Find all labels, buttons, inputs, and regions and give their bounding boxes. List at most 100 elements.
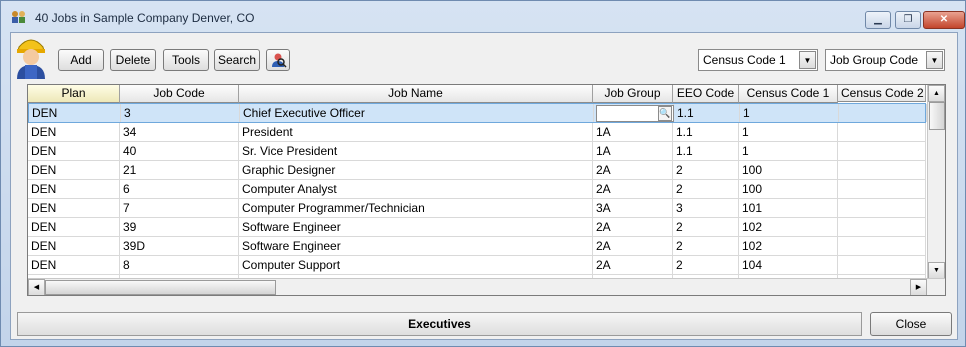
column-header-job-group[interactable]: Job Group bbox=[593, 85, 673, 103]
cell-job-code[interactable]: 39 bbox=[120, 218, 239, 236]
cell-job-name[interactable]: Software Engineer bbox=[239, 218, 593, 236]
cell-plan[interactable]: DEN bbox=[28, 161, 120, 179]
column-header-eeo-code[interactable]: EEO Code bbox=[673, 85, 739, 103]
cell-job-group[interactable]: 2A bbox=[593, 180, 673, 198]
search-button[interactable]: Search bbox=[214, 49, 260, 71]
job-group-code-select[interactable]: Job Group Code ▼ bbox=[825, 49, 945, 71]
cell-eeo-code[interactable]: 2 bbox=[673, 237, 739, 255]
cell-census-code-1[interactable]: 102 bbox=[739, 218, 838, 236]
close-button[interactable]: Close bbox=[870, 312, 952, 336]
scroll-right-icon[interactable]: ▶ bbox=[910, 279, 927, 295]
cell-eeo-code[interactable]: 1.1 bbox=[673, 142, 739, 160]
cell-job-group[interactable]: 2A bbox=[593, 218, 673, 236]
chevron-down-icon[interactable]: ▼ bbox=[799, 51, 816, 69]
cell-census-code-2[interactable] bbox=[838, 199, 926, 217]
column-header-census-code-2[interactable]: Census Code 2 bbox=[838, 85, 926, 102]
table-row[interactable]: DEN 39D Software Engineer 2A 2 102 bbox=[28, 237, 926, 256]
cell-eeo-code[interactable]: 2 bbox=[673, 161, 739, 179]
tools-button[interactable]: Tools bbox=[163, 49, 209, 71]
cell-job-code[interactable]: 6 bbox=[120, 180, 239, 198]
column-header-census-code-1[interactable]: Census Code 1 bbox=[739, 85, 838, 103]
maximize-button[interactable]: ❐ bbox=[895, 11, 921, 29]
cell-census-code-1[interactable]: 104 bbox=[739, 256, 838, 274]
cell-job-code[interactable]: 3 bbox=[121, 104, 240, 122]
vertical-scrollbar[interactable]: ▲ ▼ bbox=[927, 85, 945, 279]
cell-job-group[interactable]: 2A bbox=[593, 161, 673, 179]
cell-plan[interactable]: DEN bbox=[28, 218, 120, 236]
table-row[interactable]: DEN 34 President 1A 1.1 1 bbox=[28, 123, 926, 142]
cell-plan[interactable]: DEN bbox=[28, 237, 120, 255]
cell-census-code-2[interactable] bbox=[839, 104, 927, 122]
cell-job-code[interactable]: 40 bbox=[120, 142, 239, 160]
delete-button[interactable]: Delete bbox=[110, 49, 156, 71]
cell-census-code-1[interactable]: 100 bbox=[739, 161, 838, 179]
cell-job-group[interactable]: 3A bbox=[593, 199, 673, 217]
table-row[interactable]: DEN 21 Graphic Designer 2A 2 100 bbox=[28, 161, 926, 180]
cell-eeo-code[interactable]: 1.1 bbox=[674, 104, 740, 122]
scroll-left-icon[interactable]: ◀ bbox=[28, 279, 45, 295]
cell-eeo-code[interactable]: 3 bbox=[673, 199, 739, 217]
cell-plan[interactable]: DEN bbox=[28, 142, 120, 160]
cell-census-code-1[interactable]: 100 bbox=[739, 180, 838, 198]
close-window-button[interactable]: ✕ bbox=[923, 11, 965, 29]
vertical-scroll-thumb[interactable] bbox=[929, 102, 945, 130]
magnifier-icon[interactable]: 🔍 bbox=[658, 106, 672, 121]
cell-eeo-code[interactable]: 2 bbox=[673, 180, 739, 198]
cell-job-name[interactable]: President bbox=[239, 123, 593, 141]
table-row[interactable]: DEN 40 Sr. Vice President 1A 1.1 1 bbox=[28, 142, 926, 161]
table-row[interactable]: DEN 39 Software Engineer 2A 2 102 bbox=[28, 218, 926, 237]
table-row[interactable]: DEN 7 Computer Programmer/Technician 3A 3 101 bbox=[28, 199, 926, 218]
cell-job-name[interactable]: Sr. Vice President bbox=[239, 142, 593, 160]
cell-eeo-code[interactable]: 2 bbox=[673, 256, 739, 274]
cell-census-code-2[interactable] bbox=[838, 142, 926, 160]
cell-eeo-code[interactable]: 1.1 bbox=[673, 123, 739, 141]
cell-plan[interactable]: DEN bbox=[28, 256, 120, 274]
cell-job-name[interactable]: Chief Executive Officer bbox=[240, 104, 594, 122]
cell-job-name[interactable]: Graphic Designer bbox=[239, 161, 593, 179]
cell-plan[interactable]: DEN bbox=[28, 123, 120, 141]
cell-job-code[interactable]: 8 bbox=[120, 256, 239, 274]
cell-census-code-2[interactable] bbox=[838, 180, 926, 198]
cell-census-code-2[interactable] bbox=[838, 161, 926, 179]
cell-job-code[interactable]: 7 bbox=[120, 199, 239, 217]
cell-job-name[interactable]: Computer Analyst bbox=[239, 180, 593, 198]
column-header-job-code[interactable]: Job Code bbox=[120, 85, 239, 103]
census-code-select[interactable]: Census Code 1 ▼ bbox=[698, 49, 818, 71]
cell-census-code-1[interactable]: 1 bbox=[739, 123, 838, 141]
cell-job-group[interactable]: 1A bbox=[593, 142, 673, 160]
cell-census-code-1[interactable]: 1 bbox=[739, 142, 838, 160]
horizontal-scroll-thumb[interactable] bbox=[45, 280, 276, 295]
job-group-edit-field[interactable]: 🔍 bbox=[596, 105, 674, 122]
cell-job-name[interactable]: Computer Support bbox=[239, 256, 593, 274]
cell-census-code-2[interactable] bbox=[838, 218, 926, 236]
table-row[interactable]: DEN 6 Computer Analyst 2A 2 100 bbox=[28, 180, 926, 199]
cell-census-code-1[interactable]: 1 bbox=[740, 104, 839, 122]
cell-plan[interactable]: DEN bbox=[28, 180, 120, 198]
cell-census-code-2[interactable] bbox=[838, 123, 926, 141]
cell-census-code-1[interactable]: 101 bbox=[739, 199, 838, 217]
table-row[interactable]: DEN 8 Computer Support 2A 2 104 bbox=[28, 256, 926, 275]
cell-job-code[interactable]: 39D bbox=[120, 237, 239, 255]
cell-job-name[interactable]: Computer Programmer/Technician bbox=[239, 199, 593, 217]
cell-job-code[interactable]: 34 bbox=[120, 123, 239, 141]
people-search-button[interactable] bbox=[266, 49, 290, 71]
cell-job-group[interactable]: 2A bbox=[593, 256, 673, 274]
cell-job-group[interactable]: 2A bbox=[593, 237, 673, 255]
column-header-plan[interactable]: Plan bbox=[28, 85, 120, 103]
cell-job-group[interactable]: 1A bbox=[593, 123, 673, 141]
minimize-button[interactable]: ▁ bbox=[865, 11, 891, 29]
scroll-down-icon[interactable]: ▼ bbox=[928, 262, 945, 279]
cell-census-code-1[interactable]: 102 bbox=[739, 237, 838, 255]
column-header-job-name[interactable]: Job Name bbox=[239, 85, 593, 103]
cell-eeo-code[interactable]: 2 bbox=[673, 218, 739, 236]
chevron-down-icon[interactable]: ▼ bbox=[926, 51, 943, 69]
table-row[interactable]: DEN 3 Chief Executive Officer 1.1 1 🔍 bbox=[28, 103, 927, 123]
add-button[interactable]: Add bbox=[58, 49, 104, 71]
cell-census-code-2[interactable] bbox=[838, 237, 926, 255]
cell-census-code-2[interactable] bbox=[838, 256, 926, 274]
cell-job-name[interactable]: Software Engineer bbox=[239, 237, 593, 255]
cell-job-code[interactable]: 21 bbox=[120, 161, 239, 179]
horizontal-scrollbar[interactable]: ◀ ▶ bbox=[28, 278, 945, 295]
title-bar[interactable]: 40 Jobs in Sample Company Denver, CO ▁ ❐… bbox=[1, 1, 965, 33]
cell-plan[interactable]: DEN bbox=[28, 199, 120, 217]
